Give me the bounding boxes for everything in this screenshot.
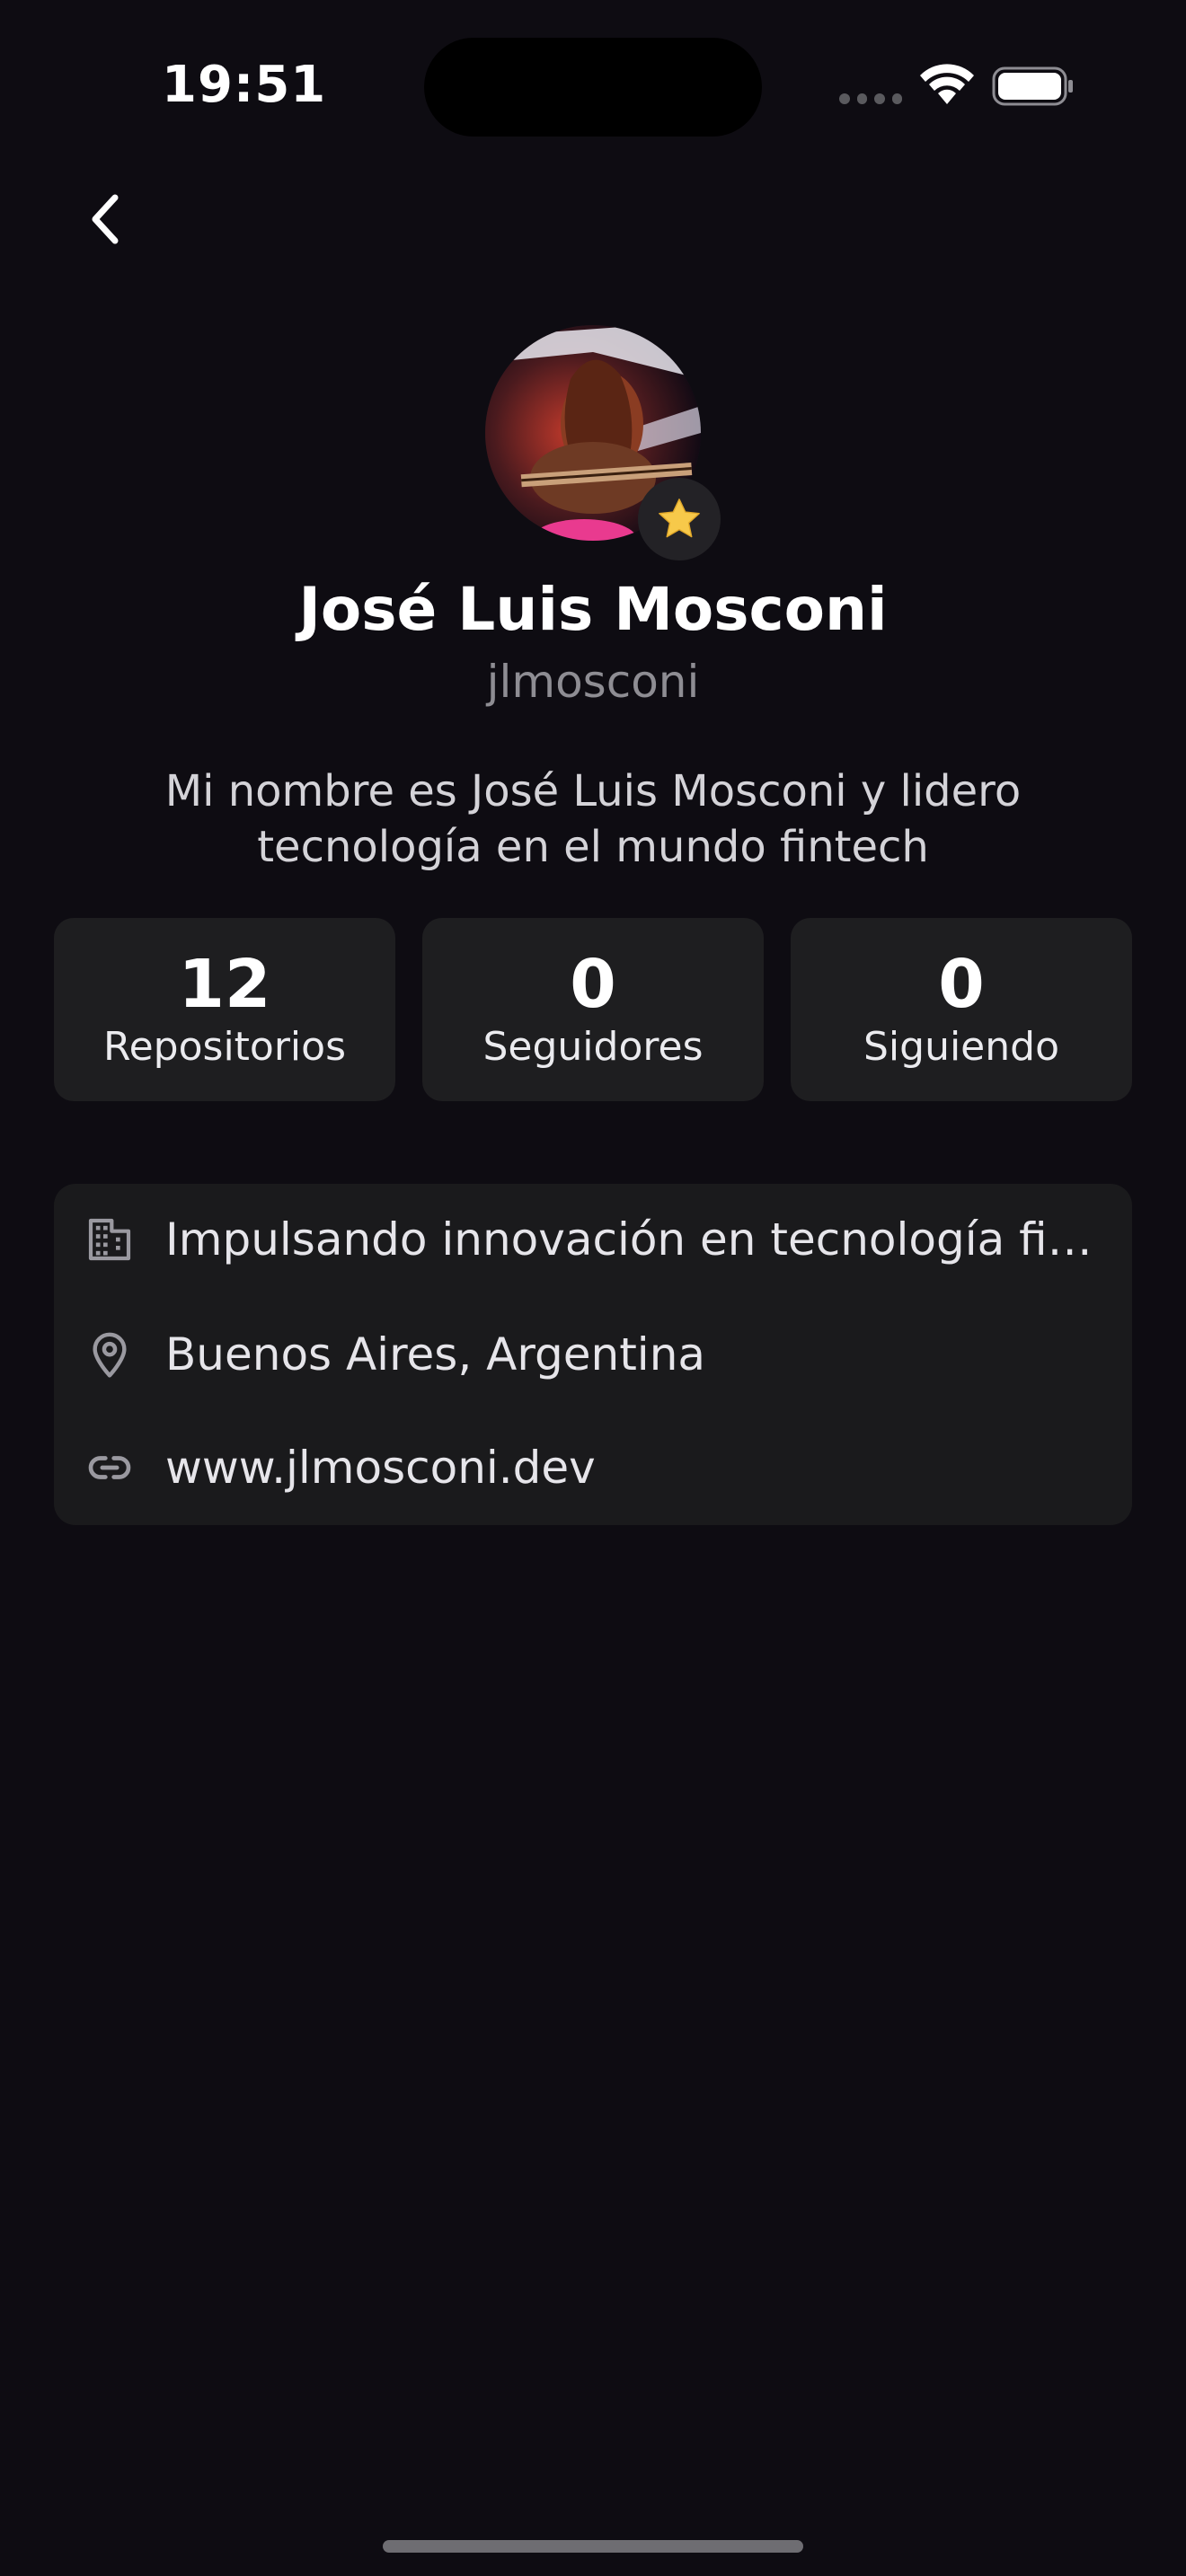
star-icon	[659, 498, 700, 538]
avatar-container[interactable]	[485, 325, 721, 560]
stat-label: Seguidores	[482, 1024, 704, 1070]
stat-value: 0	[938, 946, 985, 1023]
profile-bio: Mi nombre es José Luis Mosconi y lidero …	[164, 766, 1022, 872]
info-row-website[interactable]: www.jlmosconi.dev	[54, 1423, 1132, 1513]
link-icon	[83, 1441, 137, 1495]
stat-label: Siguiendo	[863, 1024, 1059, 1070]
stat-followers[interactable]: 0 Seguidores	[422, 918, 764, 1101]
info-row-location: Buenos Aires, Argentina	[54, 1310, 1132, 1399]
stat-repositories[interactable]: 12 Repositorios	[54, 918, 395, 1101]
chevron-left-icon	[92, 194, 119, 244]
status-time: 19:51	[162, 56, 327, 114]
info-card: Impulsando innovación en tecnología fin.…	[54, 1184, 1132, 1525]
star-badge	[638, 478, 721, 560]
wifi-icon	[920, 64, 974, 104]
stat-following[interactable]: 0 Siguiendo	[791, 918, 1132, 1101]
cellular-signal-icon	[839, 93, 902, 104]
info-location: Buenos Aires, Argentina	[165, 1328, 706, 1381]
profile-name: José Luis Mosconi	[298, 575, 888, 644]
stat-value: 0	[570, 946, 616, 1023]
building-icon	[83, 1213, 137, 1266]
info-website-link[interactable]: www.jlmosconi.dev	[165, 1442, 596, 1494]
back-button[interactable]	[72, 180, 137, 259]
dynamic-island	[424, 38, 762, 137]
info-row-company: Impulsando innovación en tecnología fin.…	[54, 1195, 1132, 1284]
home-indicator[interactable]	[383, 2540, 803, 2553]
location-pin-icon	[83, 1328, 137, 1381]
status-bar: 19:51	[0, 0, 1186, 171]
stat-value: 12	[178, 946, 271, 1023]
stats-row: 12 Repositorios 0 Seguidores 0 Siguiendo	[54, 918, 1132, 1101]
battery-icon	[992, 66, 1073, 106]
stat-label: Repositorios	[103, 1024, 346, 1070]
info-company: Impulsando innovación en tecnología fin.…	[165, 1213, 1100, 1266]
profile-username: jlmosconi	[486, 656, 700, 708]
